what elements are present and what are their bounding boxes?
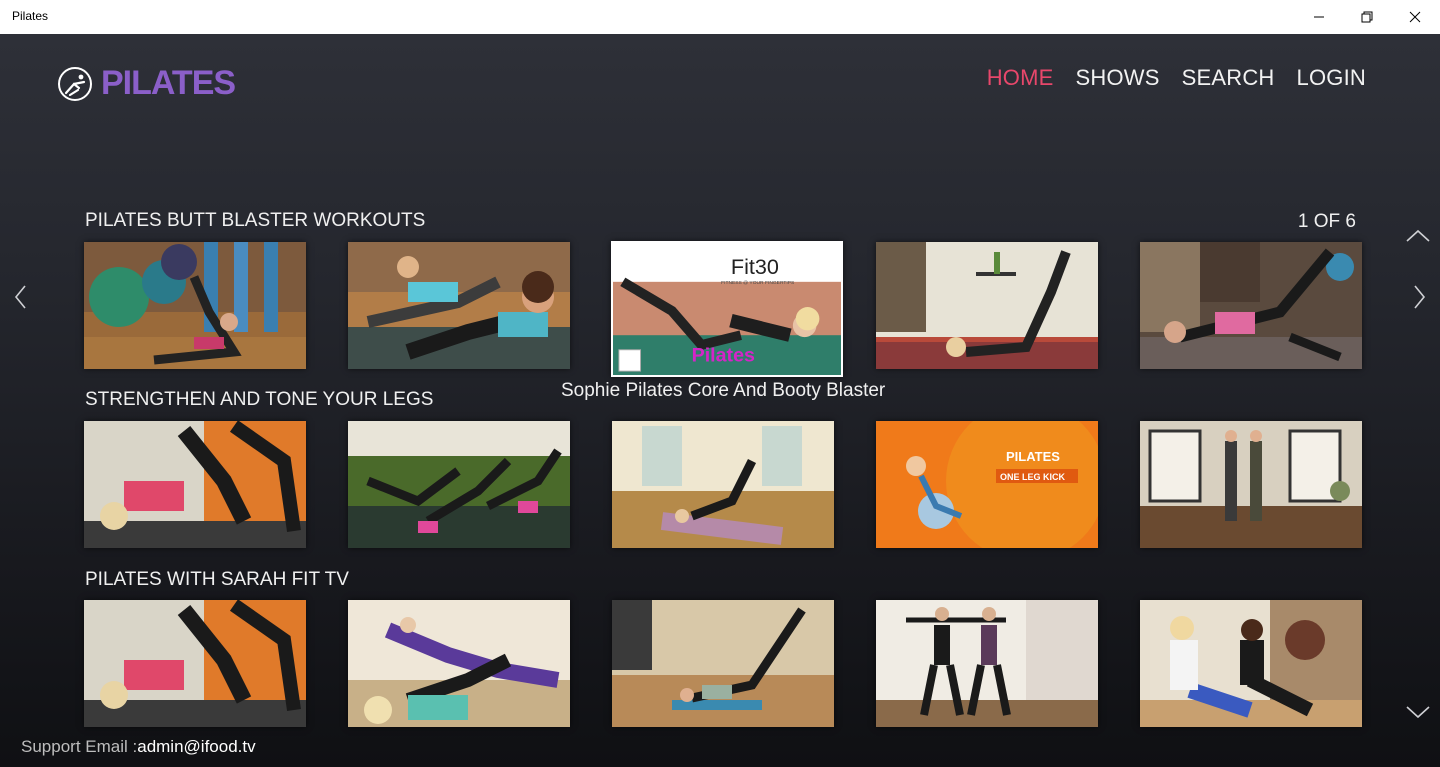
video-thumbnail[interactable] xyxy=(348,242,570,369)
thumb-brand-text: Fit30 xyxy=(731,255,779,279)
scroll-up-button[interactable] xyxy=(1405,228,1431,249)
thumbnail-image: PILATES ONE LEG KICK xyxy=(876,421,1098,548)
video-thumbnail[interactable] xyxy=(612,600,834,727)
thumbnail-image xyxy=(84,421,306,548)
thumb-overlay-title: PILATES xyxy=(1006,449,1060,464)
window-titlebar: Pilates xyxy=(0,0,1440,34)
thumb-label-text: Pilates xyxy=(692,345,755,367)
video-thumbnail[interactable] xyxy=(84,600,306,727)
main-nav: HOME SHOWS SEARCH LOGIN xyxy=(987,65,1366,91)
thumbnail-image: Fit30 FITNESS @ YOUR FINGERTIPS Pilates xyxy=(613,243,841,375)
thumbnail-image xyxy=(1140,421,1362,548)
carousel-next-button[interactable] xyxy=(1410,284,1428,315)
thumbnail-image xyxy=(84,242,306,369)
row-title: PILATES BUTT BLASTER WORKOUTS xyxy=(85,210,426,231)
thumb-overlay-subtitle: ONE LEG KICK xyxy=(1000,472,1066,482)
close-icon xyxy=(1409,11,1421,23)
video-thumbnail[interactable] xyxy=(876,600,1098,727)
support-email-link[interactable]: admin@ifood.tv xyxy=(137,737,255,756)
video-thumbnail[interactable] xyxy=(876,242,1098,369)
thumb-tagline-text: FITNESS @ YOUR FINGERTIPS xyxy=(721,280,795,286)
close-button[interactable] xyxy=(1392,0,1438,34)
video-thumbnail[interactable] xyxy=(1140,600,1362,727)
minimize-button[interactable] xyxy=(1296,0,1342,34)
support-email-label: Support Email : xyxy=(21,737,138,756)
scroll-down-button[interactable] xyxy=(1405,704,1431,725)
thumbnail-image xyxy=(612,421,834,548)
nav-home[interactable]: HOME xyxy=(987,65,1054,91)
video-thumbnail[interactable] xyxy=(84,242,306,369)
thumbnail-image xyxy=(348,242,570,369)
app-main: PILATES HOME SHOWS SEARCH LOGIN PILATES … xyxy=(0,34,1440,767)
video-thumbnail[interactable] xyxy=(1140,242,1362,369)
minimize-icon xyxy=(1314,16,1324,18)
brand-name: PILATES xyxy=(101,64,236,102)
row-title: STRENGTHEN AND TONE YOUR LEGS xyxy=(85,389,434,410)
gymnast-circle-icon xyxy=(58,66,92,101)
thumbnail-image xyxy=(876,600,1098,727)
video-thumbnail[interactable] xyxy=(348,600,570,727)
nav-shows[interactable]: SHOWS xyxy=(1076,65,1160,91)
page-indicator: 1 OF 6 xyxy=(1297,211,1356,232)
chevron-right-icon xyxy=(1414,285,1426,309)
thumbnail-image xyxy=(1140,242,1362,369)
featured-video-title: Sophie Pilates Core And Booty Blaster xyxy=(561,380,886,401)
row-title: PILATES WITH SARAH FIT TV xyxy=(85,569,349,590)
featured-video-thumbnail[interactable]: Fit30 FITNESS @ YOUR FINGERTIPS Pilates xyxy=(611,241,843,377)
chevron-down-icon xyxy=(1406,706,1430,719)
thumbnail-image xyxy=(876,242,1098,369)
window-title: Pilates xyxy=(12,9,49,23)
nav-search[interactable]: SEARCH xyxy=(1182,65,1275,91)
chevron-left-icon xyxy=(14,285,26,309)
video-thumbnail[interactable] xyxy=(1140,421,1362,548)
thumbnail-image xyxy=(348,600,570,727)
nav-login[interactable]: LOGIN xyxy=(1297,65,1366,91)
chevron-up-icon xyxy=(1406,229,1430,242)
thumbnail-image xyxy=(1140,600,1362,727)
brand-logo[interactable]: PILATES xyxy=(57,64,236,103)
thumbnail-image xyxy=(84,600,306,727)
video-thumbnail[interactable] xyxy=(348,421,570,548)
video-thumbnail[interactable] xyxy=(84,421,306,548)
support-footer: Support Email :admin@ifood.tv xyxy=(21,737,256,757)
thumbnail-image xyxy=(348,421,570,548)
restore-button[interactable] xyxy=(1344,0,1390,34)
thumbnail-image xyxy=(612,600,834,727)
video-thumbnail[interactable]: PILATES ONE LEG KICK xyxy=(876,421,1098,548)
restore-icon xyxy=(1361,11,1373,23)
carousel-prev-button[interactable] xyxy=(12,284,30,315)
video-thumbnail[interactable] xyxy=(612,421,834,548)
